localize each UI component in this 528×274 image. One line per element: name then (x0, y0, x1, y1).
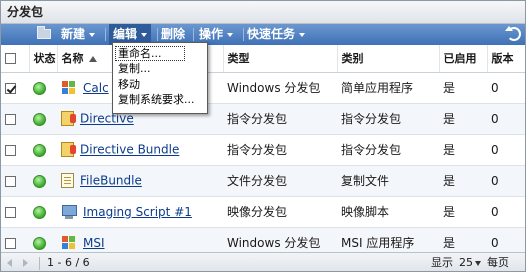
action-label: 操作 (199, 27, 224, 41)
panel-title: 分发包 (1, 1, 525, 24)
page-range: 1 - 6 / 6 (47, 256, 90, 269)
table-row[interactable]: FileBundle 文件分发包 复制文件 是 0 (1, 165, 525, 197)
bundle-version: 0 (487, 165, 525, 197)
menu-item-copy-system-requirements[interactable]: 复制系统要求... (113, 92, 207, 108)
delete-label: 删除 (161, 27, 186, 41)
name-header-label: 名称 (61, 52, 84, 66)
column-header-type[interactable]: 类型 (223, 45, 338, 73)
bundle-version: 0 (487, 196, 525, 228)
new-label: 新建 (61, 27, 86, 41)
menu-item-rename[interactable]: 重命名... (115, 46, 185, 61)
quick-task-menu-button[interactable]: 快速任务 (247, 24, 306, 45)
table-row[interactable]: Imaging Script #1 映像分发包 映像脚本 是 0 (1, 196, 525, 228)
bundle-version: 0 (487, 134, 525, 166)
refresh-icon[interactable] (505, 26, 521, 41)
bundle-enabled: 是 (439, 72, 487, 104)
status-ok-icon (33, 174, 46, 188)
directive-icon (61, 111, 76, 126)
table-row[interactable]: Directive Bundle 指令分发包 指令分发包 是 0 (1, 134, 525, 166)
toolbar-divider (105, 28, 106, 41)
bundle-version: 0 (487, 72, 525, 104)
bundle-name-link[interactable]: Imaging Script #1 (83, 205, 192, 219)
bundle-type: 指令分发包 (223, 134, 337, 166)
page-size-select[interactable]: 25 (459, 253, 473, 271)
per-page-label: 每页 (487, 256, 509, 269)
chevron-down-icon (141, 32, 148, 37)
sort-ascending-icon (88, 56, 97, 63)
edit-dropdown-menu: 重命名... 复制... 移动 复制系统要求... (112, 42, 208, 114)
bundles-table: 状态 名称 类型 类别 已启用 版本 Calc Windows 分发包 简单应用… (1, 45, 525, 259)
table-header-row: 状态 名称 类型 类别 已启用 版本 (1, 45, 525, 73)
toolbar: 新建 编辑 删除 操作 快速任务 (1, 24, 525, 45)
status-ok-icon (33, 205, 46, 219)
select-all-checkbox[interactable] (5, 53, 16, 65)
next-page-icon[interactable] (23, 259, 28, 267)
table-row[interactable]: Directive 指令分发包 指令分发包 是 0 (1, 103, 525, 135)
directive-icon (61, 142, 76, 157)
bundle-category: 复制文件 (337, 165, 439, 197)
bundle-name-link[interactable]: Calc (83, 81, 109, 95)
column-header-version[interactable]: 版本 (487, 45, 525, 73)
chevron-down-icon (299, 32, 306, 37)
row-checkbox[interactable] (5, 82, 16, 94)
file-bundle-icon (61, 173, 74, 188)
status-ok-icon (33, 143, 46, 157)
quick-task-label: 快速任务 (247, 27, 296, 41)
table-row[interactable]: Calc Windows 分发包 简单应用程序 是 0 (1, 72, 525, 104)
row-checkbox[interactable] (5, 206, 16, 218)
bundle-name-link[interactable]: FileBundle (80, 174, 142, 188)
previous-page-icon[interactable] (7, 259, 12, 267)
column-header-enabled[interactable]: 已启用 (439, 45, 488, 73)
bundle-name-link[interactable]: MSI (83, 236, 105, 250)
bundle-type: 映像分发包 (223, 196, 337, 228)
bundle-enabled: 是 (439, 196, 487, 228)
menu-item-move[interactable]: 移动 (113, 77, 207, 93)
chevron-down-icon[interactable] (475, 261, 481, 266)
new-menu-button[interactable]: 新建 (61, 24, 96, 45)
bundle-enabled: 是 (439, 134, 487, 166)
bundles-panel: 分发包 新建 编辑 删除 操作 快速任务 状态 名称 类型 类别 已启用 版本 … (0, 0, 526, 272)
bundle-enabled: 是 (439, 103, 487, 135)
bundle-category: 映像脚本 (337, 196, 439, 228)
toolbar-divider (193, 28, 194, 41)
row-checkbox[interactable] (5, 175, 16, 187)
chevron-down-icon (89, 32, 96, 37)
chevron-down-icon (227, 32, 234, 37)
row-checkbox[interactable] (5, 144, 16, 156)
bundle-enabled: 是 (439, 165, 487, 197)
select-all-cell (1, 45, 30, 73)
row-checkbox[interactable] (5, 113, 16, 125)
imaging-icon (61, 204, 77, 220)
bundle-type: Windows 分发包 (223, 72, 337, 104)
row-checkbox[interactable] (5, 237, 16, 249)
pagination-bar: 1 - 6 / 6 显示 25 每页 (1, 252, 525, 271)
bundle-name-link[interactable]: Directive Bundle (80, 143, 179, 157)
bundle-category: 简单应用程序 (337, 72, 439, 104)
status-ok-icon (33, 236, 46, 250)
status-ok-icon (33, 112, 46, 126)
toolbar-divider (157, 28, 158, 41)
windows-package-icon (61, 80, 77, 96)
bundle-type: 文件分发包 (223, 165, 337, 197)
windows-package-icon (61, 235, 77, 251)
menu-item-copy[interactable]: 复制... (113, 61, 207, 77)
folder-up-icon[interactable] (37, 26, 51, 39)
column-header-category[interactable]: 类别 (337, 45, 440, 73)
bundle-category: 指令分发包 (337, 134, 439, 166)
column-header-status[interactable]: 状态 (29, 45, 58, 73)
bundle-category: 指令分发包 (337, 103, 439, 135)
status-ok-icon (33, 81, 46, 95)
edit-label: 编辑 (113, 27, 138, 41)
footer-divider (39, 257, 40, 270)
bundle-type: 指令分发包 (223, 103, 337, 135)
bundle-version: 0 (487, 103, 525, 135)
show-label: 显示 (431, 256, 453, 269)
toolbar-divider (243, 28, 244, 41)
